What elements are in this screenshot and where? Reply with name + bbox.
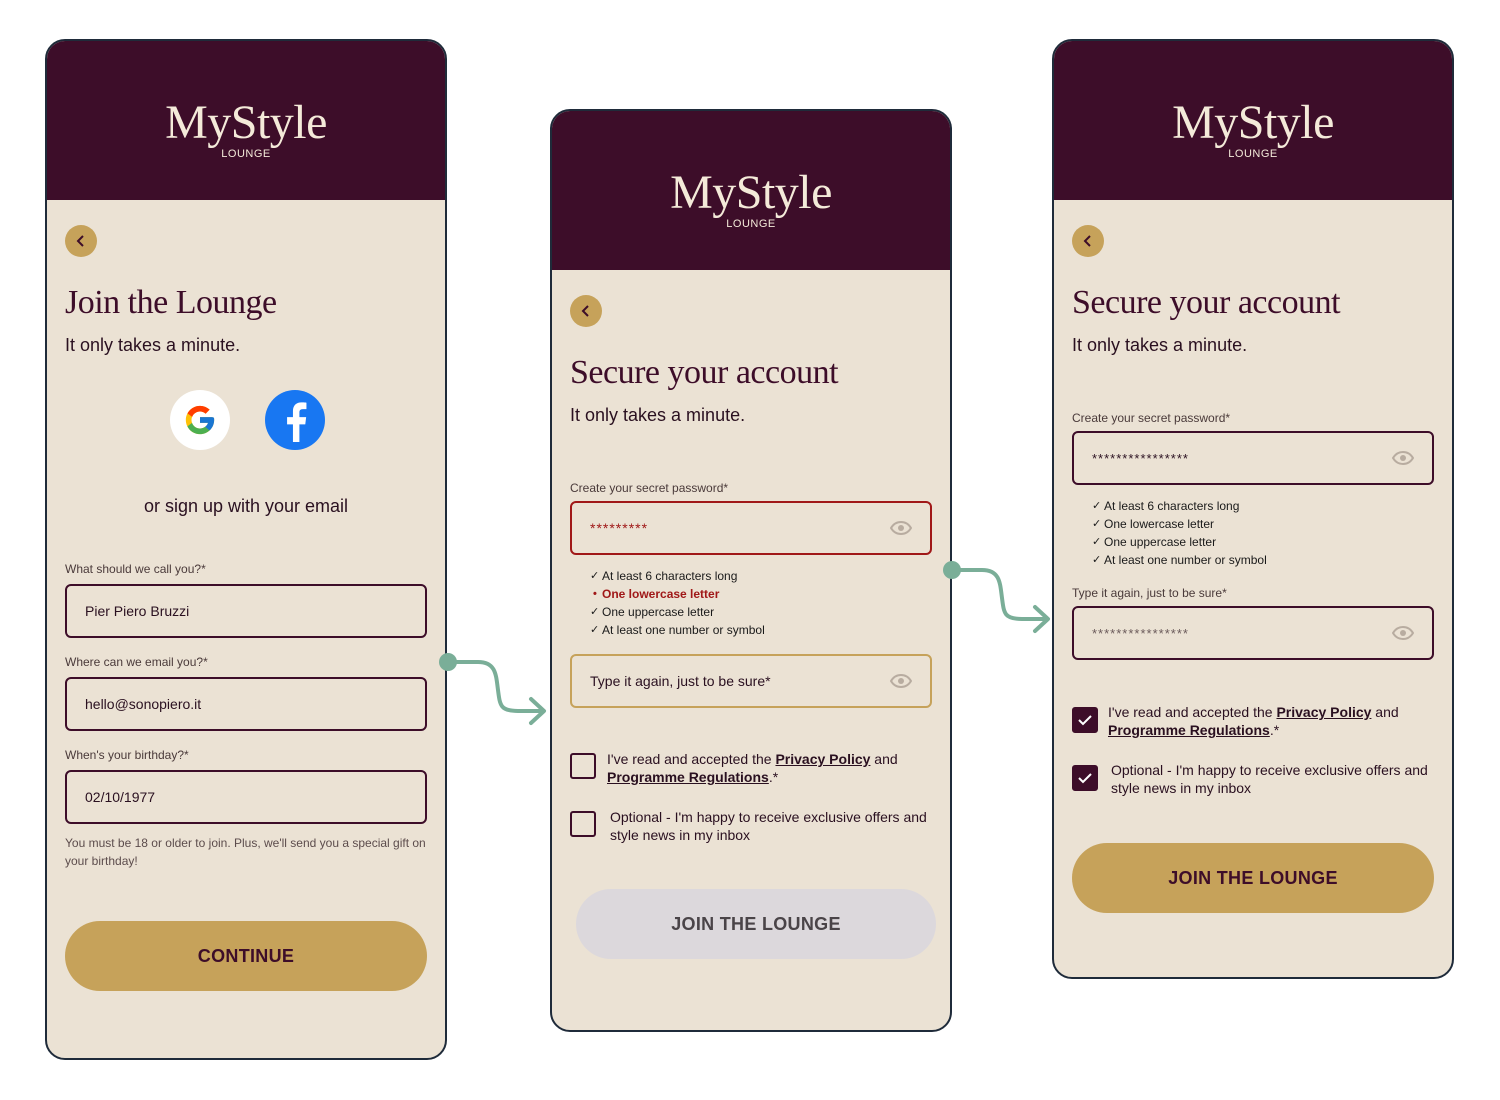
requirement-min-length: ✓ At least 6 characters long [1092,499,1240,513]
requirement-lowercase: ✓ One lowercase letter [1092,517,1215,531]
name-label: What should we call you?* [65,562,206,576]
back-button[interactable] [1072,225,1104,257]
confirm-password-field[interactable]: **************** [1072,606,1434,660]
privacy-policy-link[interactable]: Privacy Policy [775,751,870,767]
programme-regulations-link[interactable]: Programme Regulations [607,769,769,785]
terms-checkbox[interactable] [1072,707,1098,733]
join-lounge-button[interactable]: JOIN THE LOUNGE [1072,843,1434,913]
eye-icon[interactable] [1392,626,1414,640]
flow-arrow-2 [943,561,1050,633]
email-value: hello@sonopiero.it [85,696,202,712]
password-label: Create your secret password* [1072,411,1231,425]
error-bullet-icon: • [593,588,597,600]
brand-logo: MyStyle [670,166,832,219]
password-label: Create your secret password* [570,481,729,495]
app-header: MyStyle LOUNGE [47,41,445,200]
brand-logo-sub: LOUNGE [221,148,271,160]
confirm-password-label: Type it again, just to be sure* [1072,586,1227,600]
optin-checkbox[interactable] [1072,765,1098,791]
confirm-password-value: **************** [1092,625,1189,641]
check-icon: ✓ [590,570,600,582]
screen-secure-account-error: MyStyle LOUNGE Secure your account It on… [550,109,952,1032]
google-icon [185,405,215,435]
facebook-signin-button[interactable] [265,390,325,450]
check-icon: ✓ [590,606,600,618]
page-subtitle: It only takes a minute. [65,335,241,355]
brand-logo: MyStyle [165,96,327,149]
eye-icon[interactable] [1392,451,1414,465]
optin-checkbox[interactable] [570,811,596,837]
page-title: Secure your account [570,354,839,391]
password-value: **************** [1092,450,1189,466]
facebook-icon [287,402,307,442]
optin-text: Optional - I'm happy to receive exclusiv… [610,809,927,843]
screen-secure-account-valid: MyStyle LOUNGE Secure your account It on… [1052,39,1454,979]
app-header: MyStyle LOUNGE [1054,41,1452,200]
requirement-uppercase: ✓ One uppercase letter [590,605,715,619]
screen-join-lounge: MyStyle LOUNGE Join the Lounge It only t… [45,39,447,1060]
birthday-field[interactable]: 02/10/1977 [65,770,427,824]
requirement-min-length: ✓ At least 6 characters long [590,569,738,583]
requirement-lowercase: • One lowercase letter [590,585,765,603]
terms-checkbox[interactable] [570,753,596,779]
password-value: ********* [590,520,649,536]
brand-logo: MyStyle [1172,96,1334,149]
check-icon: ✓ [1092,518,1102,530]
or-signup-email-text: or sign up with your email [143,496,349,516]
app-header: MyStyle LOUNGE [552,111,950,270]
email-label: Where can we email you?* [65,655,208,669]
password-field[interactable]: **************** [1072,431,1434,485]
confirm-password-field[interactable]: Type it again, just to be sure* [570,654,932,708]
brand-logo-sub: LOUNGE [1228,148,1278,160]
birthday-label: When's your birthday?* [65,748,189,762]
email-field[interactable]: hello@sonopiero.it [65,677,427,731]
chevron-left-icon [1083,235,1091,247]
requirement-uppercase: ✓ One uppercase letter [1092,535,1217,549]
password-field[interactable]: ********* [570,501,932,555]
flow-arrow-1 [439,653,546,725]
page-subtitle: It only takes a minute. [1072,335,1248,355]
check-icon: ✓ [1092,500,1102,512]
page-subtitle: It only takes a minute. [570,405,746,425]
chevron-left-icon [581,305,589,317]
brand-logo-sub: LOUNGE [726,218,776,230]
page-title: Secure your account [1072,284,1341,321]
confirm-password-placeholder: Type it again, just to be sure* [590,673,771,689]
privacy-policy-link[interactable]: Privacy Policy [1276,704,1371,720]
optin-text: Optional - I'm happy to receive exclusiv… [1111,762,1428,796]
check-icon: ✓ [590,624,600,636]
age-helper-text: You must be 18 or older to join. Plus, w… [65,836,426,868]
continue-button[interactable]: CONTINUE [65,921,427,991]
name-field[interactable]: Pier Piero Bruzzi [65,584,427,638]
password-requirements: ✓ At least 6 characters long • One lowerca… [590,567,765,639]
requirement-number-symbol: ✓ At least one number or symbol [1092,553,1267,567]
terms-text: I've read and accepted the Privacy Polic… [607,751,898,785]
programme-regulations-link[interactable]: Programme Regulations [1108,722,1270,738]
back-button[interactable] [65,225,97,257]
requirement-number-symbol: ✓ At least one number or symbol [590,623,765,637]
page-title: Join the Lounge [65,284,277,321]
checkmark-icon [1078,715,1092,726]
join-lounge-button[interactable]: JOIN THE LOUNGE [576,889,936,959]
chevron-left-icon [76,235,84,247]
eye-icon[interactable] [890,674,912,688]
checkmark-icon [1078,773,1092,784]
password-requirements: ✓ At least 6 characters long ✓ One lowerca… [1092,497,1267,569]
name-value: Pier Piero Bruzzi [85,603,190,619]
check-icon: ✓ [1092,554,1102,566]
back-button[interactable] [570,295,602,327]
check-icon: ✓ [1092,536,1102,548]
birthday-value: 02/10/1977 [85,789,156,805]
eye-icon[interactable] [890,521,912,535]
terms-text: I've read and accepted the Privacy Polic… [1108,704,1399,738]
google-signin-button[interactable] [170,390,230,450]
